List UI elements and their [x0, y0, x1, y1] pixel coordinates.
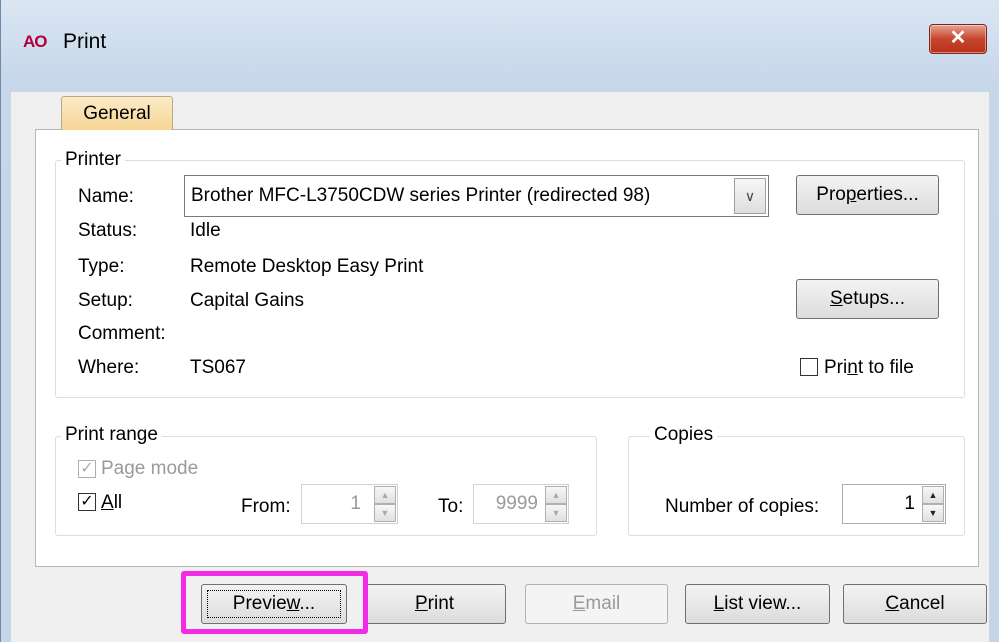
type-value: Remote Desktop Easy Print [190, 256, 424, 277]
arrow-down-icon[interactable]: ▼ [545, 504, 567, 522]
to-spin-buttons: ▲ ▼ [545, 486, 567, 522]
print-to-file-label[interactable]: Print to file [824, 357, 914, 379]
print-button[interactable]: Print [363, 584, 506, 624]
print-range-group-label: Print range [61, 424, 162, 446]
copies-group-label: Copies [650, 424, 718, 446]
email-button[interactable]: Email [525, 584, 668, 624]
arrow-down-icon[interactable]: ▼ [374, 504, 396, 522]
number-of-copies-label: Number of copies: [665, 496, 820, 517]
where-value: TS067 [190, 357, 246, 378]
checkmark-icon: ✓ [80, 460, 94, 477]
arrow-up-icon[interactable]: ▲ [374, 486, 396, 504]
all-checkbox[interactable]: ✓ [78, 493, 96, 511]
close-icon: ✕ [949, 27, 967, 49]
tab-general[interactable]: General [61, 96, 173, 130]
from-spin-buttons: ▲ ▼ [374, 486, 396, 522]
from-label: From: [241, 496, 291, 517]
all-label[interactable]: All [101, 492, 122, 514]
chevron-down-icon[interactable]: ∨ [734, 178, 766, 214]
status-value: Idle [190, 220, 221, 241]
cancel-button[interactable]: Cancel [843, 584, 987, 624]
copies-stepper[interactable]: 1 ▲ ▼ [842, 484, 946, 524]
setup-label: Setup: [78, 290, 133, 311]
where-label: Where: [78, 357, 140, 378]
type-label: Type: [78, 256, 125, 277]
arrow-up-icon[interactable]: ▲ [922, 486, 944, 504]
preview-button[interactable]: Preview... [201, 584, 347, 624]
focus-rectangle [207, 590, 341, 618]
setup-value: Capital Gains [190, 290, 305, 311]
checkmark-icon: ✓ [80, 493, 94, 510]
from-value: 1 [350, 493, 361, 514]
setups-button[interactable]: Setups... [796, 279, 939, 319]
name-label: Name: [78, 186, 134, 207]
to-value: 9999 [495, 493, 538, 514]
app-logo-icon: AO [23, 32, 47, 51]
to-label: To: [438, 496, 464, 517]
print-dialog: AO Print ✕ General Printer Name: Brother… [0, 0, 999, 642]
page-mode-label: Page mode [101, 458, 199, 479]
printer-name-value: Brother MFC-L3750CDW series Printer (red… [191, 185, 651, 206]
printer-name-select[interactable]: Brother MFC-L3750CDW series Printer (red… [184, 175, 769, 217]
page-mode-checkbox[interactable]: ✓ [78, 460, 96, 478]
close-button[interactable]: ✕ [929, 24, 987, 54]
from-page-stepper[interactable]: 1 ▲ ▼ [301, 484, 398, 524]
comment-label: Comment: [78, 323, 166, 344]
printer-group-label: Printer [61, 149, 125, 171]
print-to-file-checkbox[interactable] [800, 358, 818, 376]
copies-spin-buttons: ▲ ▼ [922, 486, 944, 522]
properties-button[interactable]: Properties... [796, 175, 939, 215]
window-title: Print [63, 30, 107, 53]
list-view-button[interactable]: List view... [685, 584, 830, 624]
arrow-down-icon[interactable]: ▼ [922, 504, 944, 522]
status-label: Status: [78, 220, 138, 241]
to-page-stepper[interactable]: 9999 ▲ ▼ [473, 484, 569, 524]
copies-value: 1 [904, 493, 915, 514]
arrow-up-icon[interactable]: ▲ [545, 486, 567, 504]
